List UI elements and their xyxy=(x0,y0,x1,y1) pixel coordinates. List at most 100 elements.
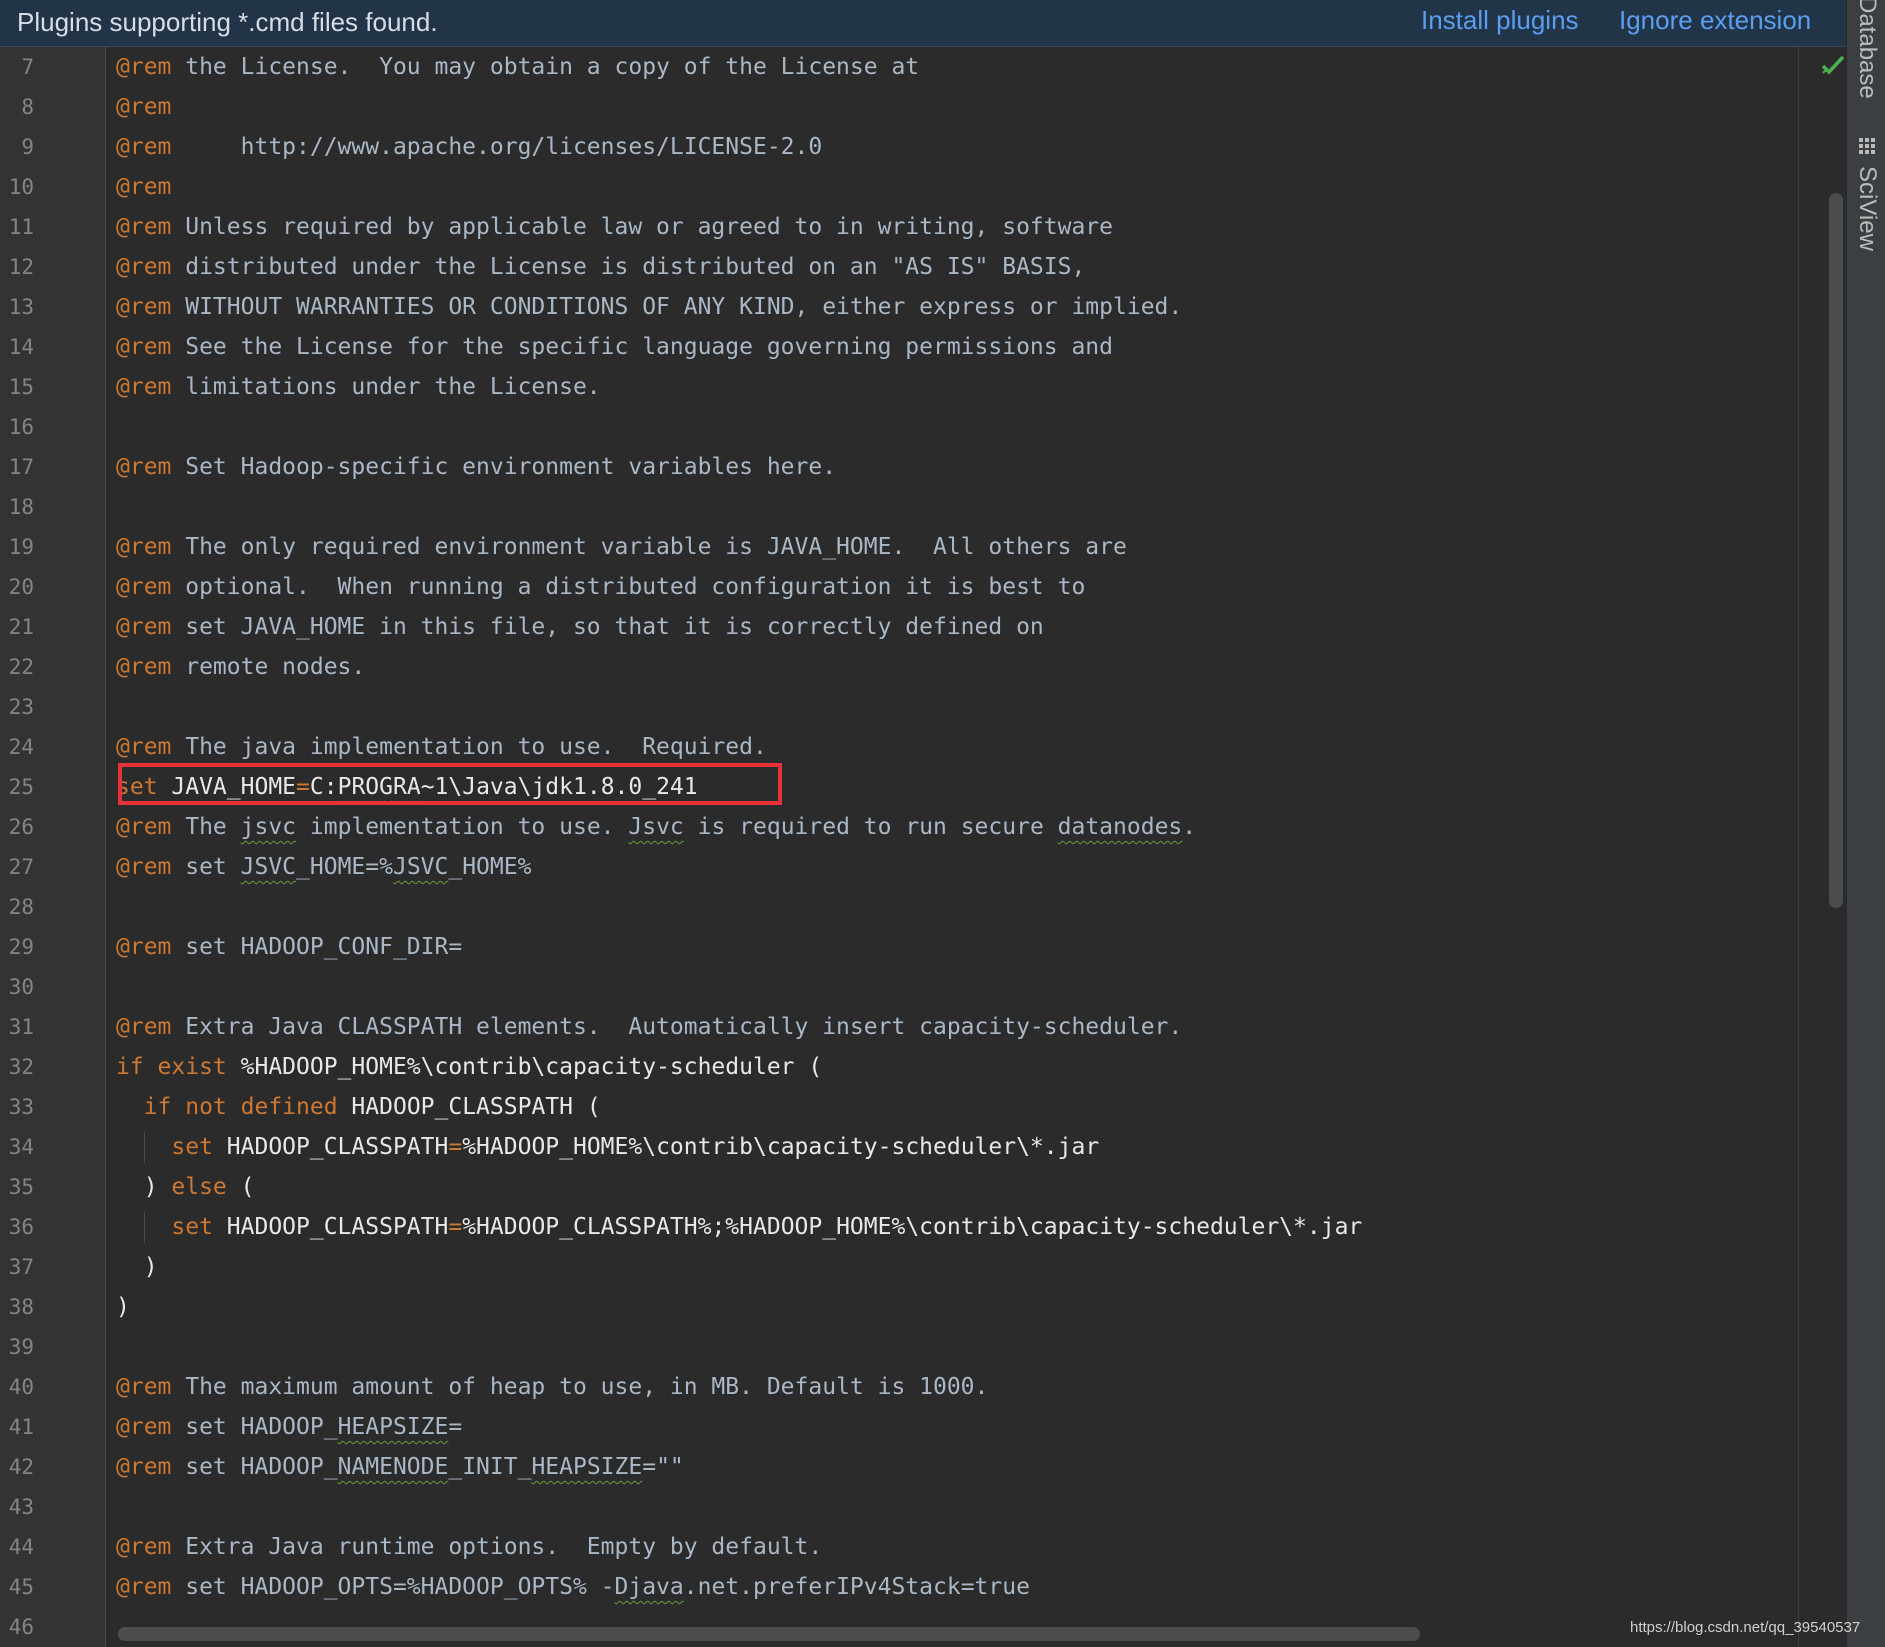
line-number: 46 xyxy=(8,1615,34,1639)
code-line[interactable]: @rem The maximum amount of heap to use, … xyxy=(116,1367,988,1407)
code-line[interactable]: @rem set JAVA_HOME in this file, so that… xyxy=(116,607,1044,647)
code-line[interactable]: @rem optional. When running a distribute… xyxy=(116,567,1085,607)
line-number: 28 xyxy=(8,895,34,919)
line-number: 38 xyxy=(8,1295,34,1319)
code-token: Extra Java runtime options. Empty by def… xyxy=(171,1534,823,1560)
code-line[interactable]: @rem xyxy=(116,167,171,207)
code-token: set HADOOP_ xyxy=(171,1414,338,1440)
code-token: Djava xyxy=(614,1574,684,1600)
code-line[interactable]: @rem The java implementation to use. Req… xyxy=(116,727,767,767)
code-token: %HADOOP_CLASSPATH%;%HADOOP_HOME%\contrib… xyxy=(462,1214,1363,1240)
code-token: limitations under the License. xyxy=(171,374,601,400)
code-token: jsvc xyxy=(240,814,297,840)
code-line[interactable]: ) else ( xyxy=(116,1167,255,1207)
line-number: 41 xyxy=(8,1415,34,1439)
code-token: @rem xyxy=(116,334,172,360)
code-token: @rem xyxy=(116,854,172,880)
code-token: is required to run secure xyxy=(683,814,1058,840)
code-line[interactable]: @rem the License. You may obtain a copy … xyxy=(116,47,919,87)
code-token: @rem xyxy=(116,94,172,120)
right-margin-guide xyxy=(1798,47,1799,1647)
code-line[interactable]: @rem set HADOOP_NAMENODE_INIT_HEAPSIZE="… xyxy=(116,1447,684,1487)
line-number: 23 xyxy=(8,695,34,719)
code-token: set JAVA_HOME in this file, so that it i… xyxy=(171,614,1044,640)
code-token: set xyxy=(171,1134,213,1160)
code-token: optional. When running a distributed con… xyxy=(171,574,1086,600)
code-line[interactable]: @rem Unless required by applicable law o… xyxy=(116,207,1113,247)
code-line[interactable]: if exist %HADOOP_HOME%\contrib\capacity-… xyxy=(116,1047,822,1087)
line-number: 44 xyxy=(8,1535,34,1559)
code-token: HEAPSIZE xyxy=(531,1454,643,1480)
line-number: 30 xyxy=(8,975,34,999)
code-token: ="" xyxy=(642,1454,684,1480)
sciview-tool-tab[interactable]: SciView xyxy=(1853,166,1881,251)
code-token: HADOOP_CLASSPATH xyxy=(212,1214,449,1240)
code-token: HADOOP_CLASSPATH xyxy=(212,1134,449,1160)
code-line[interactable]: ) xyxy=(116,1247,158,1287)
line-number: 40 xyxy=(8,1375,34,1399)
code-token: if not defined xyxy=(143,1094,338,1120)
code-editor[interactable]: @rem the License. You may obtain a copy … xyxy=(106,47,1796,1627)
ignore-extension-link[interactable]: Ignore extension xyxy=(1619,3,1811,37)
code-line[interactable]: @rem set HADOOP_OPTS=%HADOOP_OPTS% -Djav… xyxy=(116,1567,1030,1607)
code-line[interactable]: @rem http://www.apache.org/licenses/LICE… xyxy=(116,127,822,167)
code-token: The java implementation to use. Required… xyxy=(171,734,767,760)
indent-guide xyxy=(144,1211,145,1243)
code-line[interactable]: @rem remote nodes. xyxy=(116,647,365,687)
line-number: 11 xyxy=(8,215,34,239)
code-token: the License. You may obtain a copy of th… xyxy=(171,54,920,80)
line-number: 31 xyxy=(8,1015,34,1039)
code-line[interactable]: @rem The jsvc implementation to use. Jsv… xyxy=(116,807,1196,847)
code-line[interactable]: @rem set JSVC_HOME=%JSVC_HOME% xyxy=(116,847,531,887)
code-line[interactable]: @rem limitations under the License. xyxy=(116,367,601,407)
vertical-scrollbar[interactable] xyxy=(1829,193,1843,908)
code-token: ) xyxy=(116,1294,130,1320)
line-number: 13 xyxy=(8,295,34,319)
code-token: %HADOOP_HOME%\contrib\capacity-scheduler… xyxy=(226,1054,823,1080)
code-token: ) xyxy=(116,1174,172,1200)
code-line[interactable]: @rem Set Hadoop-specific environment var… xyxy=(116,447,836,487)
code-line[interactable]: @rem set HADOOP_CONF_DIR= xyxy=(116,927,462,967)
code-line[interactable]: if not defined HADOOP_CLASSPATH ( xyxy=(116,1087,601,1127)
line-number: 39 xyxy=(8,1335,34,1359)
code-token: @rem xyxy=(116,614,172,640)
code-line[interactable]: @rem set HADOOP_HEAPSIZE= xyxy=(116,1407,462,1447)
code-token: .net.preferIPv4Stack=true xyxy=(683,1574,1030,1600)
code-line[interactable]: @rem Extra Java CLASSPATH elements. Auto… xyxy=(116,1007,1182,1047)
code-token: NAMENODE xyxy=(337,1454,449,1480)
code-token: _HOME=% xyxy=(296,854,393,880)
code-token: The xyxy=(171,814,241,840)
code-token: See the License for the specific languag… xyxy=(171,334,1113,360)
code-token: ) xyxy=(116,1254,158,1280)
code-token: @rem xyxy=(116,574,172,600)
line-number-gutter: 7 8 9 10 11 12 13 14 15 16 17 18 19 20 21 22 23 24 25 26 27 2… xyxy=(0,47,106,1647)
code-line[interactable]: @rem The only required environment varia… xyxy=(116,527,1127,567)
code-line[interactable]: @rem See the License for the specific la… xyxy=(116,327,1113,367)
line-number: 27 xyxy=(8,855,34,879)
code-token: @rem xyxy=(116,214,172,240)
line-number: 21 xyxy=(8,615,34,639)
watermark-url: https://blog.csdn.net/qq_39540537 xyxy=(1630,1619,1861,1636)
right-tool-strip: Database SciView xyxy=(1846,0,1885,1647)
database-tool-tab[interactable]: Database xyxy=(1853,0,1881,99)
line-number: 25 xyxy=(8,775,34,799)
check-icon xyxy=(1821,55,1845,75)
code-token: @rem xyxy=(116,294,172,320)
horizontal-scrollbar[interactable] xyxy=(118,1627,1420,1641)
code-token: @rem xyxy=(116,374,172,400)
java-home-highlight-box xyxy=(118,763,782,805)
install-plugins-link[interactable]: Install plugins xyxy=(1421,3,1579,37)
line-number: 14 xyxy=(8,335,34,359)
code-line[interactable]: @rem xyxy=(116,87,171,127)
code-line[interactable]: ) xyxy=(116,1287,130,1327)
code-line[interactable]: @rem WITHOUT WARRANTIES OR CONDITIONS OF… xyxy=(116,287,1182,327)
code-line[interactable]: @rem Extra Java runtime options. Empty b… xyxy=(116,1527,822,1567)
code-token: @rem xyxy=(116,814,172,840)
code-token: set HADOOP_ xyxy=(171,1454,338,1480)
code-line[interactable]: @rem distributed under the License is di… xyxy=(116,247,1085,287)
code-token: %HADOOP_HOME%\contrib\capacity-scheduler… xyxy=(462,1134,1100,1160)
code-token: The only required environment variable i… xyxy=(171,534,1127,560)
code-line[interactable]: set HADOOP_CLASSPATH=%HADOOP_CLASSPATH%;… xyxy=(116,1207,1362,1247)
code-token: set xyxy=(171,1214,213,1240)
code-line[interactable]: set HADOOP_CLASSPATH=%HADOOP_HOME%\contr… xyxy=(116,1127,1099,1167)
